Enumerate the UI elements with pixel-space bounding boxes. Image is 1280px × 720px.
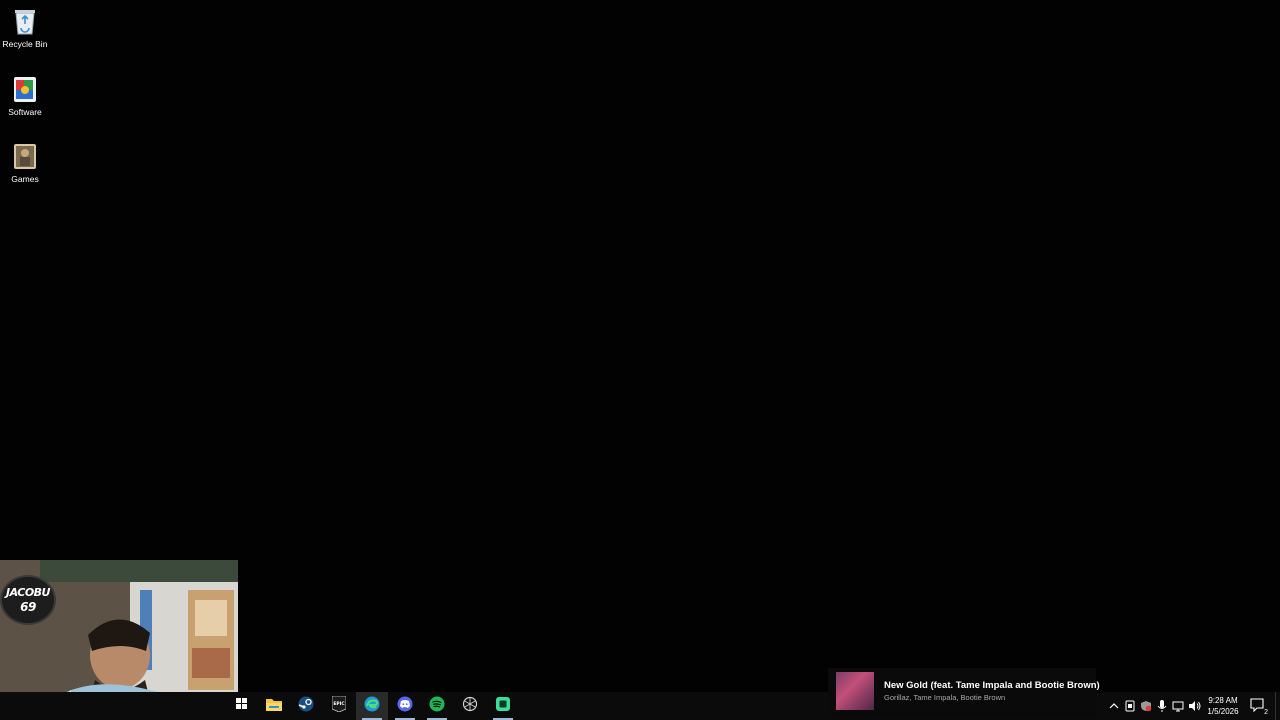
- app-tray-icon[interactable]: [1123, 699, 1137, 713]
- album-art: [836, 672, 874, 710]
- edge-icon: [364, 696, 380, 717]
- microphone-icon[interactable]: [1155, 699, 1169, 713]
- file-explorer-icon: [266, 697, 282, 716]
- recycle-bin-icon: [11, 6, 39, 36]
- volume-icon[interactable]: [1187, 699, 1201, 713]
- badge-name: JACOBU: [5, 586, 51, 599]
- taskbar-chatgpt[interactable]: [454, 692, 486, 720]
- desktop-icon-label: Software: [8, 107, 42, 117]
- badge-number: 69: [20, 600, 36, 614]
- desktop-icon-games[interactable]: Games: [0, 141, 50, 184]
- steam-icon: [298, 696, 314, 717]
- taskbar-app[interactable]: [487, 692, 519, 720]
- system-clock[interactable]: 9:28 AM 1/5/2026: [1200, 695, 1246, 717]
- desktop-icon-recycle-bin[interactable]: Recycle Bin: [0, 6, 50, 49]
- taskbar-discord[interactable]: [389, 692, 421, 720]
- start-icon: [236, 697, 248, 715]
- desktop-icon-software[interactable]: Software: [0, 74, 50, 117]
- start-button[interactable]: [226, 692, 258, 720]
- streamer-badge: JACOBU 69: [0, 575, 56, 625]
- folder-icon: [11, 141, 39, 171]
- track-artist: Gorillaz, Tame Impala, Bootie Brown: [884, 693, 1006, 702]
- taskbar-edge[interactable]: [356, 692, 388, 720]
- shield-icon[interactable]: [1139, 699, 1153, 713]
- app-icon: [495, 696, 511, 717]
- notification-count: 2: [1264, 709, 1268, 716]
- svg-text:EPIC: EPIC: [333, 701, 345, 707]
- notification-icon: [1250, 698, 1264, 716]
- taskbar-steam[interactable]: [290, 692, 322, 720]
- chevron-up-icon[interactable]: [1107, 699, 1121, 713]
- epic-games-icon: EPIC: [331, 695, 347, 717]
- desktop-icon-label: Games: [11, 174, 39, 184]
- folder-icon: [11, 74, 39, 104]
- taskbar-file-explorer[interactable]: [258, 692, 290, 720]
- clock-date: 1/5/2026: [1207, 707, 1239, 716]
- now-playing-widget[interactable]: New Gold (feat. Tame Impala and Bootie B…: [828, 668, 1100, 716]
- taskbar-epic-games[interactable]: EPIC: [323, 692, 355, 720]
- chatgpt-icon: [462, 696, 478, 717]
- desktop-icon-label: Recycle Bin: [2, 39, 48, 49]
- discord-icon: [397, 696, 413, 717]
- taskbar-spotify[interactable]: [421, 692, 453, 720]
- network-icon[interactable]: [1171, 699, 1185, 713]
- show-desktop-button[interactable]: [1275, 692, 1280, 720]
- spotify-icon: [429, 696, 445, 717]
- track-title: New Gold (feat. Tame Impala and Bootie B…: [884, 680, 1100, 691]
- clock-time: 9:28 AM: [1208, 696, 1238, 705]
- notification-center-button[interactable]: 2: [1250, 698, 1268, 716]
